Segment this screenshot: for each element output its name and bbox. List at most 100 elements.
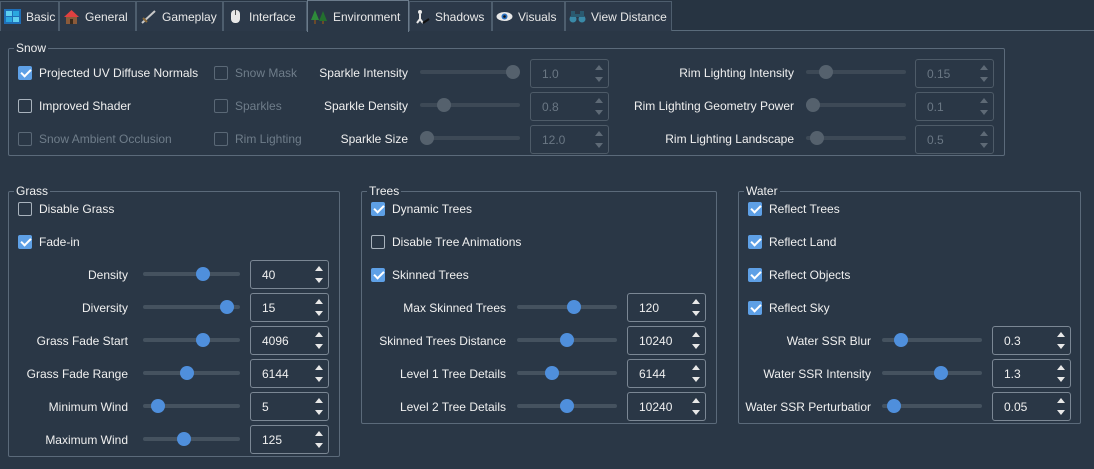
sparkle-intensity-spinbox[interactable]: 1.0 <box>530 59 609 88</box>
spin-down-icon[interactable] <box>980 77 988 82</box>
rim-geometry-power-spinbox[interactable]: 0.1 <box>915 92 994 121</box>
slider-handle[interactable] <box>894 333 908 347</box>
spin-up-icon[interactable] <box>980 98 988 103</box>
fade-in-checkbox[interactable]: Fade-in <box>18 234 80 250</box>
density-slider[interactable] <box>143 267 240 281</box>
tab-basic[interactable]: Basic <box>0 1 59 31</box>
spin-up-icon[interactable] <box>315 332 323 337</box>
slider-handle[interactable] <box>196 333 210 347</box>
rim-landscape-slider[interactable] <box>806 131 906 145</box>
checkbox-box[interactable] <box>18 132 32 146</box>
spin-down-icon[interactable] <box>315 278 323 283</box>
grass-fade-range-spinbox[interactable]: 6144 <box>250 359 329 388</box>
spin-up-icon[interactable] <box>315 431 323 436</box>
tab-view-distance[interactable]: View Distance <box>565 1 672 31</box>
checkbox-box[interactable] <box>214 99 228 113</box>
spin-up-icon[interactable] <box>315 266 323 271</box>
checkbox-box[interactable] <box>18 202 32 216</box>
slider-handle[interactable] <box>560 399 574 413</box>
skinned-trees-checkbox[interactable]: Skinned Trees <box>371 267 469 283</box>
spin-down-icon[interactable] <box>315 344 323 349</box>
rim-lighting-checkbox[interactable]: Rim Lighting <box>214 131 302 147</box>
rim-landscape-spinbox[interactable]: 0.5 <box>915 125 994 154</box>
spin-down-icon[interactable] <box>692 344 700 349</box>
reflect-trees-checkbox[interactable]: Reflect Trees <box>748 201 840 217</box>
spin-up-icon[interactable] <box>980 65 988 70</box>
rim-intensity-spinbox[interactable]: 0.15 <box>915 59 994 88</box>
spin-up-icon[interactable] <box>980 131 988 136</box>
slider-handle[interactable] <box>567 300 581 314</box>
spin-down-icon[interactable] <box>692 410 700 415</box>
projected-uv-checkbox[interactable]: Projected UV Diffuse Normals <box>18 65 198 81</box>
slider-handle[interactable] <box>180 366 194 380</box>
spin-down-icon[interactable] <box>1057 410 1065 415</box>
slider-handle[interactable] <box>437 98 451 112</box>
maximum-wind-spinbox[interactable]: 125 <box>250 425 329 454</box>
spin-up-icon[interactable] <box>315 365 323 370</box>
water-ssr-perturbation-slider[interactable] <box>882 399 982 413</box>
checkbox-box[interactable] <box>214 132 228 146</box>
skinned-trees-distance-slider[interactable] <box>517 333 617 347</box>
spin-up-icon[interactable] <box>692 365 700 370</box>
spin-down-icon[interactable] <box>315 443 323 448</box>
slider-handle[interactable] <box>810 131 824 145</box>
water-ssr-perturbation-spinbox[interactable]: 0.05 <box>992 392 1071 421</box>
spin-down-icon[interactable] <box>315 410 323 415</box>
spin-up-icon[interactable] <box>315 299 323 304</box>
tab-interface[interactable]: Interface <box>223 1 307 31</box>
spin-up-icon[interactable] <box>692 398 700 403</box>
slider-handle[interactable] <box>177 432 191 446</box>
slider-handle[interactable] <box>560 333 574 347</box>
tab-general[interactable]: General <box>59 1 136 31</box>
maximum-wind-slider[interactable] <box>143 432 240 446</box>
sparkle-size-slider[interactable] <box>420 131 520 145</box>
disable-tree-animations-checkbox[interactable]: Disable Tree Animations <box>371 234 521 250</box>
water-ssr-blur-spinbox[interactable]: 0.3 <box>992 326 1071 355</box>
sparkle-density-spinbox[interactable]: 0.8 <box>530 92 609 121</box>
tab-visuals[interactable]: Visuals <box>492 1 565 31</box>
diversity-spinbox[interactable]: 15 <box>250 293 329 322</box>
spin-down-icon[interactable] <box>315 311 323 316</box>
water-ssr-blur-slider[interactable] <box>882 333 982 347</box>
spin-up-icon[interactable] <box>692 299 700 304</box>
max-skinned-trees-slider[interactable] <box>517 300 617 314</box>
grass-fade-start-spinbox[interactable]: 4096 <box>250 326 329 355</box>
density-spinbox[interactable]: 40 <box>250 260 329 289</box>
checkbox-box[interactable] <box>748 268 762 282</box>
slider-handle[interactable] <box>819 65 833 79</box>
spin-down-icon[interactable] <box>1057 344 1065 349</box>
checkbox-box[interactable] <box>748 235 762 249</box>
slider-handle[interactable] <box>420 131 434 145</box>
rim-geometry-power-slider[interactable] <box>806 98 906 112</box>
snow-ao-checkbox[interactable]: Snow Ambient Occlusion <box>18 131 172 147</box>
checkbox-box[interactable] <box>371 202 385 216</box>
slider-handle[interactable] <box>220 300 234 314</box>
level1-tree-details-slider[interactable] <box>517 366 617 380</box>
sparkles-checkbox[interactable]: Sparkles <box>214 98 282 114</box>
spin-up-icon[interactable] <box>1057 398 1065 403</box>
spin-down-icon[interactable] <box>1057 377 1065 382</box>
tab-environment[interactable]: Environment <box>307 0 409 32</box>
tab-gameplay[interactable]: Gameplay <box>136 1 223 31</box>
rim-intensity-slider[interactable] <box>806 65 906 79</box>
slider-handle[interactable] <box>934 366 948 380</box>
spin-up-icon[interactable] <box>315 398 323 403</box>
tab-shadows[interactable]: Shadows <box>409 1 492 31</box>
slider-handle[interactable] <box>545 366 559 380</box>
checkbox-box[interactable] <box>371 268 385 282</box>
spin-down-icon[interactable] <box>315 377 323 382</box>
improved-shader-checkbox[interactable]: Improved Shader <box>18 98 131 114</box>
water-ssr-intensity-spinbox[interactable]: 1.3 <box>992 359 1071 388</box>
spin-down-icon[interactable] <box>980 143 988 148</box>
spin-down-icon[interactable] <box>980 110 988 115</box>
slider-handle[interactable] <box>196 267 210 281</box>
slider-handle[interactable] <box>151 399 165 413</box>
level2-tree-details-slider[interactable] <box>517 399 617 413</box>
slider-handle[interactable] <box>806 98 820 112</box>
reflect-land-checkbox[interactable]: Reflect Land <box>748 234 836 250</box>
sparkle-density-slider[interactable] <box>420 98 520 112</box>
checkbox-box[interactable] <box>214 66 228 80</box>
max-skinned-trees-spinbox[interactable]: 120 <box>627 293 706 322</box>
dynamic-trees-checkbox[interactable]: Dynamic Trees <box>371 201 472 217</box>
level2-tree-details-spinbox[interactable]: 10240 <box>627 392 706 421</box>
